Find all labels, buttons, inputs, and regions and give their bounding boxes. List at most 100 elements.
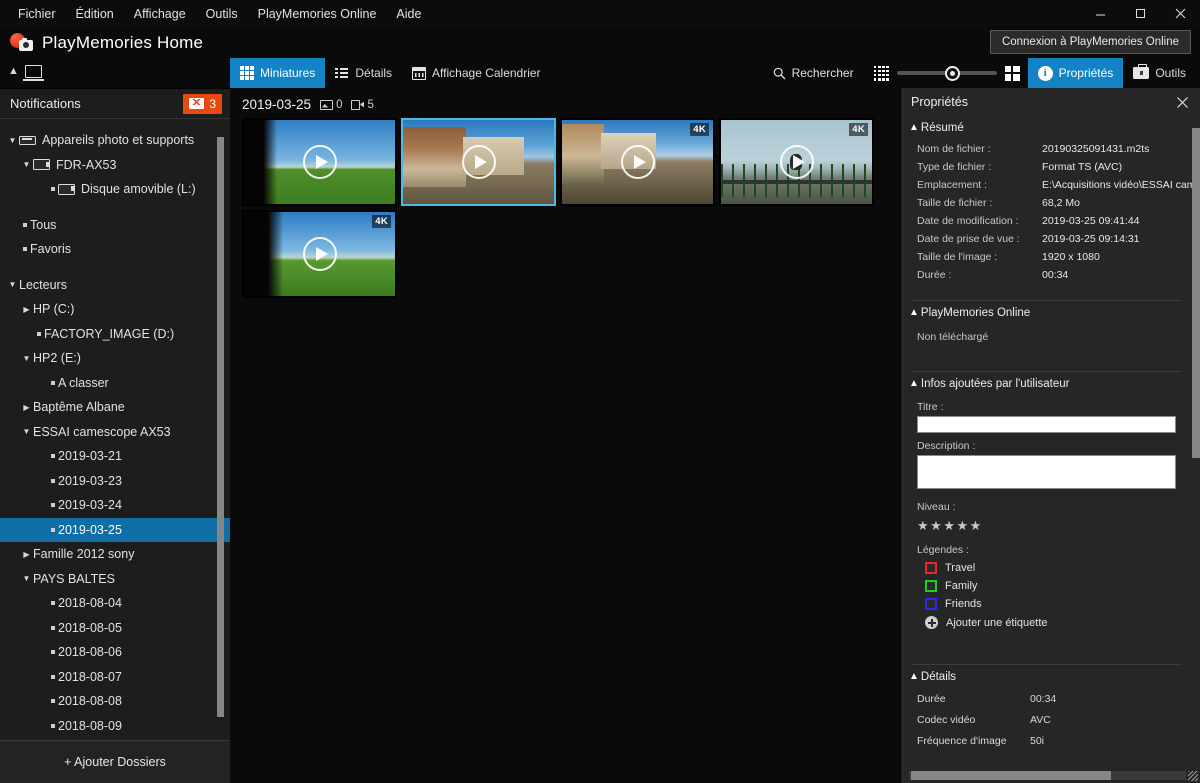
- sidebar-item-2019-03-25[interactable]: 2019-03-25: [0, 517, 230, 542]
- minimize-icon[interactable]: [1080, 0, 1120, 27]
- app-title-bar: PlayMemories Home Connexion à PlayMemori…: [0, 27, 1200, 58]
- description-field-label: Description :: [917, 440, 976, 452]
- sidebar-item-essai-camescope-ax53[interactable]: ▼ ESSAI camescope AX53: [0, 420, 230, 445]
- sidebar-item-hp2-e[interactable]: ▼ HP2 (E:): [0, 346, 230, 371]
- thumbnail-item[interactable]: [242, 118, 397, 206]
- sidebar-item-2018-08-06[interactable]: 2018-08-06: [0, 640, 230, 665]
- play-icon[interactable]: [461, 145, 496, 179]
- calendar-icon: [412, 66, 427, 80]
- section-playmemories-online-header[interactable]: ▲ PlayMemories Online: [901, 301, 1192, 325]
- sidebar-item-pays-baltes[interactable]: ▼ PAYS BALTES: [0, 567, 230, 592]
- sidebar-item-label: HP2 (E:): [33, 351, 81, 366]
- chevron-down-icon[interactable]: ▼: [20, 427, 33, 436]
- rating-stars[interactable]: ★★★★★: [901, 516, 1192, 534]
- menu-affichage[interactable]: Affichage: [124, 3, 196, 25]
- search-button[interactable]: Rechercher: [761, 58, 866, 88]
- thumbnail-item[interactable]: [401, 118, 556, 206]
- section-resume-header[interactable]: ▲ Résumé: [901, 116, 1192, 140]
- thumbnail-size-slider[interactable]: [896, 65, 997, 81]
- property-key: Date de prise de vue :: [917, 233, 1020, 245]
- notifications-badge[interactable]: 3: [183, 93, 222, 114]
- collapse-chevron-icon[interactable]: ▲: [8, 65, 19, 77]
- sidebar-item-2018-08-07[interactable]: 2018-08-07: [0, 665, 230, 690]
- sidebar-item-a-classer[interactable]: A classer: [0, 371, 230, 396]
- detail-row: Codec vidéo AVC: [901, 710, 1192, 731]
- chevron-up-icon: ▲: [909, 671, 919, 682]
- menu-aide[interactable]: Aide: [386, 3, 431, 25]
- sidebar-item-2018-08-04[interactable]: 2018-08-04: [0, 591, 230, 616]
- properties-hscrollbar[interactable]: [909, 771, 1186, 780]
- sidebar-item-famille-2012-sony[interactable]: ▶ Famille 2012 sony: [0, 542, 230, 567]
- chevron-down-icon[interactable]: ▼: [20, 160, 33, 169]
- sidebar-item-2019-03-24[interactable]: 2019-03-24: [0, 493, 230, 518]
- sidebar-item-appareils-photo-et-supports[interactable]: ▼ Appareils photo et supports: [0, 128, 230, 153]
- sidebar-item-2019-03-23[interactable]: 2019-03-23: [0, 469, 230, 494]
- close-icon[interactable]: [1160, 0, 1200, 27]
- section-details-header[interactable]: ▲ Détails: [901, 665, 1192, 689]
- sidebar-item-hp-c[interactable]: ▶ HP (C:): [0, 297, 230, 322]
- play-icon[interactable]: [620, 145, 655, 179]
- slider-knob[interactable]: [944, 65, 960, 81]
- section-user-info-header[interactable]: ▲ Infos ajoutées par l'utilisateur: [901, 372, 1192, 396]
- sidebar-item-2018-08-05[interactable]: 2018-08-05: [0, 616, 230, 641]
- chevron-down-icon[interactable]: ▼: [20, 574, 33, 583]
- sidebar-item-fdr-ax53[interactable]: ▼ FDR-AX53: [0, 153, 230, 178]
- sidebar-scrollbar-thumb[interactable]: [217, 137, 224, 717]
- menu-edition[interactable]: Édition: [66, 3, 124, 25]
- computer-icon[interactable]: [22, 64, 44, 81]
- chevron-down-icon[interactable]: ▼: [6, 280, 19, 289]
- small-thumbnails-icon[interactable]: [873, 65, 889, 81]
- menu-outils[interactable]: Outils: [196, 3, 248, 25]
- group-date-label: 2019-03-25: [242, 97, 312, 112]
- large-thumbnails-icon[interactable]: [1004, 65, 1020, 81]
- chevron-right-icon[interactable]: ▶: [20, 550, 33, 559]
- thumbnail-item[interactable]: 4K: [719, 118, 874, 206]
- connect-playmemories-online-button[interactable]: Connexion à PlayMemories Online: [989, 30, 1191, 54]
- property-key: Taille de fichier :: [917, 197, 993, 209]
- properties-hscrollbar-thumb[interactable]: [911, 771, 1111, 780]
- add-tag-button[interactable]: Ajouter une étiquette: [901, 613, 1192, 632]
- device-icon: [19, 135, 36, 145]
- tab-details[interactable]: Détails: [325, 58, 402, 88]
- chevron-right-icon[interactable]: ▶: [20, 305, 33, 314]
- chevron-down-icon[interactable]: ▼: [20, 354, 33, 363]
- sidebar-item-bapt-me-albane[interactable]: ▶ Baptême Albane: [0, 395, 230, 420]
- sidebar-item-disque-amovible-l[interactable]: Disque amovible (L:): [0, 177, 230, 202]
- close-icon[interactable]: [1172, 92, 1192, 112]
- sidebar-item-label: PAYS BALTES: [33, 571, 115, 586]
- menu-fichier[interactable]: Fichier: [8, 3, 66, 25]
- description-input[interactable]: [917, 455, 1176, 489]
- sidebar-item-lecteurs[interactable]: ▼ Lecteurs: [0, 273, 230, 298]
- play-icon[interactable]: [302, 237, 337, 271]
- resize-grip[interactable]: [1188, 771, 1198, 781]
- sidebar-scrollbar[interactable]: [217, 129, 224, 744]
- tab-miniatures[interactable]: Miniatures: [230, 58, 326, 88]
- sidebar-item-2018-08-09[interactable]: 2018-08-09: [0, 714, 230, 739]
- tools-button[interactable]: Outils: [1123, 58, 1196, 88]
- chevron-right-icon[interactable]: ▶: [20, 403, 33, 412]
- play-icon[interactable]: [302, 145, 337, 179]
- sidebar-item-2019-03-21[interactable]: 2019-03-21: [0, 444, 230, 469]
- maximize-icon[interactable]: [1120, 0, 1160, 27]
- menu-playmemories-online[interactable]: PlayMemories Online: [248, 3, 387, 25]
- sidebar-item-label: 2018-08-06: [58, 645, 122, 660]
- sidebar-item-tous[interactable]: Tous: [0, 213, 230, 238]
- sidebar-item-2018-08-08[interactable]: 2018-08-08: [0, 689, 230, 714]
- photo-count: 0: [320, 99, 342, 111]
- play-icon[interactable]: [779, 145, 814, 179]
- add-folders-button[interactable]: + Ajouter Dossiers: [0, 740, 230, 783]
- tag-item[interactable]: Family: [901, 577, 1192, 595]
- thumbnail-item[interactable]: 4K: [560, 118, 715, 206]
- tab-affichage-calendrier[interactable]: Affichage Calendrier: [402, 58, 551, 88]
- online-status: Non téléchargé: [917, 331, 989, 343]
- tag-item[interactable]: Friends: [901, 595, 1192, 613]
- title-input[interactable]: [917, 416, 1176, 433]
- sidebar-item-factory-image-d[interactable]: FACTORY_IMAGE (D:): [0, 322, 230, 347]
- sidebar-item-favoris[interactable]: Favoris: [0, 237, 230, 262]
- properties-toggle-button[interactable]: i Propriétés: [1027, 58, 1124, 88]
- tag-item[interactable]: Travel: [901, 559, 1192, 577]
- properties-scrollbar-thumb[interactable]: [1192, 128, 1200, 458]
- thumbnail-item[interactable]: 4K: [242, 210, 397, 298]
- properties-scrollbar[interactable]: [1192, 118, 1200, 761]
- chevron-down-icon[interactable]: ▼: [6, 136, 19, 145]
